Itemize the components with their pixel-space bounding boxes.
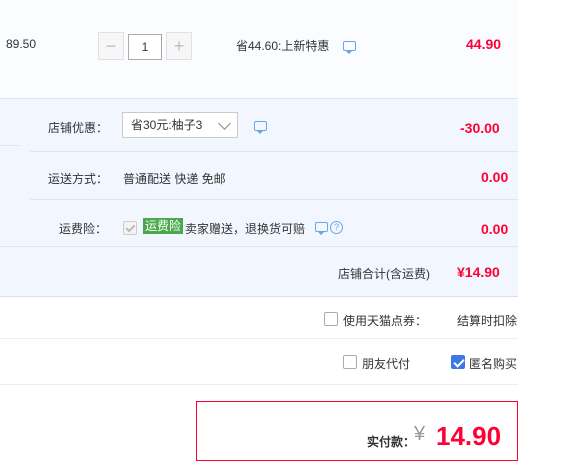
discount-label: 店铺优惠：: [48, 121, 109, 135]
points-label: 使用天猫点券：: [343, 314, 428, 328]
divider: [0, 384, 518, 385]
unit-price: 89.50: [6, 37, 37, 51]
insurance-text: 卖家赠送，退换货可赔: [185, 222, 306, 236]
payment-label: 实付款：: [367, 435, 416, 449]
chat-icon[interactable]: [254, 121, 267, 134]
help-icon[interactable]: ?: [330, 221, 343, 234]
points-note: 结算时扣除: [457, 314, 518, 328]
divider: [0, 296, 518, 297]
discount-select[interactable]: 省30元:柚子3: [122, 112, 238, 138]
item-promo: 省44.60:上新特惠: [236, 39, 330, 53]
payment-amount: 14.90: [436, 421, 502, 451]
insurance-checkbox: [123, 221, 137, 235]
decrease-button[interactable]: −: [98, 32, 124, 60]
anonymous-checkbox[interactable]: [451, 355, 465, 369]
shop-total-label: 店铺合计(含运费): [338, 267, 430, 281]
shop-total-value: ¥14.90: [457, 264, 500, 280]
discount-select-value: 省30元:柚子3: [131, 118, 203, 132]
friend-pay-label: 朋友代付: [362, 357, 411, 371]
points-checkbox[interactable]: [324, 312, 338, 326]
insurance-amount: 0.00: [481, 221, 509, 237]
item-subtotal: 44.90: [466, 36, 502, 52]
divider: [0, 145, 20, 146]
shipping-label: 运送方式：: [48, 172, 109, 186]
chat-icon[interactable]: [343, 41, 356, 54]
increase-button[interactable]: +: [166, 32, 192, 60]
divider: [0, 246, 518, 247]
quantity-input[interactable]: 1: [128, 34, 162, 60]
discount-amount: -30.00: [460, 120, 500, 136]
shipping-value: 普通配送 快递 免邮: [123, 172, 226, 186]
insurance-label: 运费险：: [59, 222, 108, 236]
chat-icon[interactable]: [315, 222, 328, 235]
divider: [30, 151, 518, 152]
shipping-amount: 0.00: [481, 169, 509, 185]
chevron-down-icon: [218, 117, 231, 130]
payment-currency: ¥: [414, 423, 426, 445]
divider: [0, 338, 518, 339]
quantity-stepper[interactable]: − 1 +: [98, 32, 194, 60]
divider: [30, 199, 518, 200]
friend-pay-checkbox[interactable]: [343, 355, 357, 369]
anonymous-label: 匿名购买: [469, 357, 518, 371]
divider: [0, 98, 518, 99]
insurance-badge: 运费险: [143, 218, 184, 234]
